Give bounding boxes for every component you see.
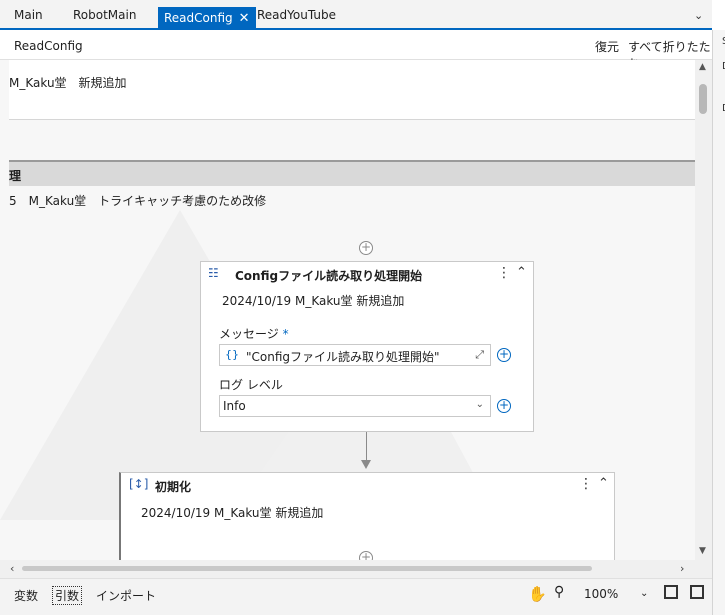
horizontal-scrollbar[interactable]: ‹ ›	[0, 560, 712, 578]
document-tab-bar: Main RobotMain ReadConfig ✕ ReadYouTube ⌄	[0, 0, 712, 30]
tab-main[interactable]: Main	[14, 8, 43, 28]
arguments-tab[interactable]: 引数	[52, 586, 83, 605]
tab-readconfig[interactable]: ReadConfig ✕	[158, 7, 256, 30]
fit-to-screen-icon[interactable]	[664, 585, 678, 599]
variables-tab[interactable]: 変数	[14, 587, 38, 604]
add-activity-plus-icon[interactable]: +	[359, 241, 373, 255]
expression-brace-icon: {}	[225, 348, 239, 361]
log-level-select[interactable]: Info ⌄	[219, 395, 491, 417]
chevron-down-icon: ⌄	[475, 399, 484, 410]
activity-annotation: 2024/10/19 M_Kaku堂 新規追加	[222, 294, 405, 308]
activity-title: Configファイル読み取り処理開始	[235, 269, 423, 283]
sequence-annotation: M_Kaku堂 新規追加	[9, 60, 695, 120]
scroll-right-icon[interactable]: ›	[680, 562, 684, 575]
collapse-chevron-icon[interactable]: ⌃	[598, 476, 609, 491]
tab-label: Main	[14, 8, 43, 22]
designer-canvas[interactable]: M_Kaku堂 新規追加 理 5 M_Kaku堂 トライキャッチ考慮のため改修 …	[0, 60, 695, 560]
log-message-icon: ☷	[208, 266, 219, 280]
activity-header: [↕] 初期化 ⋮ ⌃	[121, 473, 614, 497]
init-sequence-activity[interactable]: [↕] 初期化 ⋮ ⌃ 2024/10/19 M_Kaku堂 新規追加 +	[119, 472, 615, 560]
designer-bottom-bar: 変数 引数 インポート ✋ ⚲ 100% ⌄	[0, 578, 712, 615]
scroll-thumb[interactable]	[22, 566, 592, 571]
activity-annotation: 2024/10/19 M_Kaku堂 新規追加	[141, 506, 324, 520]
scroll-left-icon[interactable]: ‹	[10, 562, 14, 575]
scroll-thumb[interactable]	[699, 84, 707, 114]
log-level-value: Info	[223, 399, 246, 413]
more-options-icon[interactable]: ⋮	[579, 476, 593, 492]
tab-label: RobotMain	[73, 8, 137, 22]
sequence-icon: [↕]	[129, 477, 149, 491]
message-label-text: メッセージ	[219, 327, 279, 341]
tab-label: ReadConfig	[164, 11, 233, 25]
properties-panel-edge: S D D	[712, 30, 725, 615]
add-variable-plus-icon[interactable]: +	[497, 399, 511, 413]
tab-robotmain[interactable]: RobotMain	[73, 8, 136, 28]
vertical-scrollbar[interactable]: ▲ ▼	[695, 60, 712, 560]
imports-tab[interactable]: インポート	[96, 587, 156, 604]
log-level-label: ログ レベル	[219, 378, 283, 392]
activity-title: 初期化	[155, 480, 192, 494]
scroll-up-icon[interactable]: ▲	[699, 62, 706, 72]
overview-icon[interactable]	[690, 585, 704, 599]
chevron-down-icon[interactable]: ⌄	[640, 588, 648, 599]
connector-line	[366, 432, 367, 462]
log-message-activity[interactable]: ☷ Configファイル読み取り処理開始 ⋮ ⌃ 2024/10/19 M_Ka…	[200, 261, 534, 432]
add-activity-plus-icon[interactable]: +	[359, 551, 373, 560]
sequence-title: 理	[9, 169, 22, 183]
message-label: メッセージ *	[219, 325, 289, 342]
zoom-level[interactable]: 100%	[584, 587, 618, 601]
sequence-annotation-text: 5 M_Kaku堂 トライキャッチ考慮のため改修	[9, 194, 267, 208]
workflow-title: ReadConfig	[14, 39, 83, 53]
expand-editor-icon[interactable]: ⤢	[475, 348, 484, 362]
close-icon[interactable]: ✕	[239, 11, 250, 26]
more-options-icon[interactable]: ⋮	[497, 265, 511, 281]
message-input[interactable]: {} "Configファイル読み取り処理開始" ⤢	[219, 344, 491, 366]
annotation-text: M_Kaku堂 新規追加	[9, 76, 127, 90]
restore-button[interactable]: 復元	[595, 38, 619, 55]
tab-readyoutube[interactable]: ReadYouTube	[257, 8, 336, 28]
sequence-header[interactable]: 理	[9, 160, 695, 186]
required-mark: *	[282, 327, 289, 341]
tab-label: ReadYouTube	[257, 8, 336, 22]
collapse-chevron-icon[interactable]: ⌃	[516, 265, 527, 280]
message-value: "Configファイル読み取り処理開始"	[246, 350, 440, 364]
scroll-down-icon[interactable]: ▼	[699, 546, 706, 556]
pan-hand-icon[interactable]: ✋	[528, 585, 547, 603]
designer-header: ReadConfig 復元 すべて折りたたむ	[0, 32, 712, 71]
activity-header: ☷ Configファイル読み取り処理開始 ⋮ ⌃	[201, 262, 533, 286]
add-variable-plus-icon[interactable]: +	[497, 348, 511, 362]
connector-arrow-icon	[361, 460, 371, 469]
zoom-search-icon[interactable]: ⚲	[554, 584, 564, 600]
chevron-down-icon[interactable]: ⌄	[694, 9, 703, 22]
